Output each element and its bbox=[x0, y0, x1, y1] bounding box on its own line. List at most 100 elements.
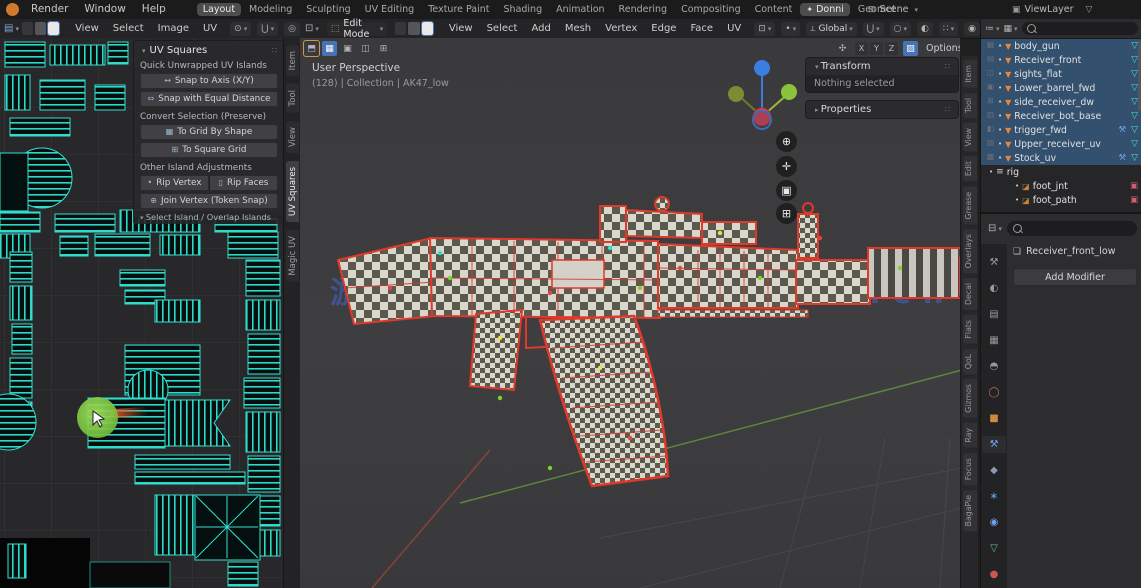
topbar-menu-render[interactable]: Render bbox=[23, 0, 76, 19]
rifle-model[interactable] bbox=[300, 38, 960, 588]
properties-tab-object-data[interactable]: ▽ bbox=[983, 540, 1005, 557]
uv-select-vertex-button[interactable] bbox=[22, 22, 33, 35]
panel-header[interactable]: ▾ UV Squares ∷ bbox=[140, 45, 278, 56]
workspace-tab-uv-editing[interactable]: UV Editing bbox=[359, 3, 421, 16]
shading-sphere-icon[interactable]: ◐ bbox=[917, 22, 933, 36]
viewport-sidebar-tab-ray[interactable]: Ray bbox=[963, 423, 977, 448]
properties-subpanel[interactable]: ▸ Properties ∷ bbox=[805, 100, 959, 119]
snap-to-axis-button[interactable]: ↔Snap to Axis (X/Y) bbox=[140, 73, 278, 89]
transform-orientation-dropdown[interactable]: ⟂ Global ▾ bbox=[806, 22, 857, 36]
uv-menu-select[interactable]: Select bbox=[106, 23, 151, 34]
uv-sidebar-tab-tool[interactable]: Tool bbox=[286, 84, 299, 113]
expand-dot-icon[interactable]: • bbox=[998, 98, 1002, 106]
collapsed-subpanel[interactable]: ▾ Select Island / Overlap Islands bbox=[133, 211, 305, 224]
editmode-mesh-data-icon[interactable]: ▽ bbox=[1131, 83, 1138, 93]
rip-vertex-toggle[interactable]: •Rip Vertex bbox=[140, 175, 209, 191]
uv-menu-image[interactable]: Image bbox=[151, 23, 196, 34]
workspace-tab-animation[interactable]: Animation bbox=[550, 3, 610, 16]
to-grid-by-shape-button[interactable]: ▦To Grid By Shape bbox=[140, 124, 278, 140]
viewport-sidebar-tab-view[interactable]: View bbox=[963, 123, 977, 152]
uv-menu-view[interactable]: View bbox=[68, 23, 106, 34]
join-vertex-button[interactable]: ⊕Join Vertex (Token Snap) bbox=[140, 193, 278, 209]
uv-sidebar-tab-magic-uv[interactable]: Magic UV bbox=[286, 230, 299, 282]
topbar-menu-help[interactable]: Help bbox=[134, 0, 174, 19]
face-select-button[interactable] bbox=[422, 22, 433, 35]
edge-select-button[interactable] bbox=[408, 22, 419, 35]
uv-select-edge-button[interactable] bbox=[35, 22, 46, 35]
outliner-row[interactable]: •▼Upper_receiver_uv▽ bbox=[981, 137, 1141, 151]
expand-dot-icon[interactable]: • bbox=[998, 154, 1002, 162]
outliner-search-input[interactable] bbox=[1022, 22, 1138, 35]
workspace-tab-texture-paint[interactable]: Texture Paint bbox=[422, 3, 495, 16]
rip-faces-toggle[interactable]: ▯Rip Faces bbox=[209, 175, 278, 191]
outliner-row[interactable]: •▼trigger_fwd⚒▽ bbox=[981, 123, 1141, 137]
outliner-child-row[interactable]: • ◪ foot_jnt ▣ bbox=[981, 179, 1141, 193]
pan-hand-button[interactable]: ✛ bbox=[776, 156, 797, 177]
viewport-sidebar-tab-focus[interactable]: Focus bbox=[963, 453, 977, 485]
properties-search-input[interactable] bbox=[1007, 221, 1137, 236]
editmode-mesh-data-icon[interactable]: ▽ bbox=[1131, 125, 1138, 135]
vertex-select-button[interactable] bbox=[395, 22, 406, 35]
viewport-canvas[interactable]: ⬒ ▦ ▣ ◫ ⊞ ✣ X Y Z ▨ Options▾ User Perspe… bbox=[300, 38, 960, 588]
camera-view-button[interactable]: ▣ bbox=[776, 180, 797, 201]
editmode-mesh-data-icon[interactable]: ▽ bbox=[1131, 97, 1138, 107]
uv-menu-uv[interactable]: UV bbox=[196, 23, 224, 34]
viewport-sidebar-tab-overlays[interactable]: Overlays bbox=[963, 229, 977, 273]
mode-dropdown[interactable]: ⬚ Edit Mode ▾ bbox=[327, 22, 387, 36]
uv-blend-icon[interactable]: ◎ bbox=[284, 22, 300, 36]
uv-pivot-dropdown[interactable]: ⊙▾ bbox=[230, 22, 251, 36]
transform-panel-header[interactable]: ▾ Transform ∷ bbox=[806, 58, 958, 75]
viewport-menu-select[interactable]: Select bbox=[480, 23, 525, 34]
viewport-sidebar-tab-gizmos[interactable]: Gizmos bbox=[963, 379, 977, 418]
outliner-row[interactable]: •▼Receiver_front▽ bbox=[981, 53, 1141, 67]
expand-dot-icon[interactable]: • bbox=[998, 140, 1002, 148]
outliner-child-row[interactable]: • ◪ foot_path ▣ bbox=[981, 193, 1141, 207]
workspace-tab-modeling[interactable]: Modeling bbox=[243, 3, 298, 16]
uv-snap-dropdown[interactable]: ⋃▾ bbox=[257, 22, 278, 36]
snap-equal-distance-button[interactable]: ⇔Snap with Equal Distance bbox=[140, 91, 278, 107]
properties-tab-scene[interactable]: ◓ bbox=[983, 358, 1005, 375]
snap-magnet-toggle[interactable]: ⋃▾ bbox=[863, 22, 884, 36]
viewport-menu-edge[interactable]: Edge bbox=[644, 23, 683, 34]
viewport-sidebar-tab-qol[interactable]: QoL bbox=[963, 349, 977, 374]
editmode-mesh-data-icon[interactable]: ▽ bbox=[1131, 55, 1138, 65]
curve-data-icon[interactable]: ▣ bbox=[1130, 181, 1138, 191]
viewport-menu-face[interactable]: Face bbox=[683, 23, 720, 34]
viewport-sidebar-tab-bagapie[interactable]: BagaPie bbox=[963, 490, 977, 531]
viewport-sidebar-tab-flats[interactable]: Flats bbox=[963, 315, 977, 344]
editmode-mesh-data-icon[interactable]: ▽ bbox=[1131, 69, 1138, 79]
workspace-tab-layout[interactable]: Layout bbox=[197, 3, 241, 16]
uv-select-face-button[interactable] bbox=[48, 22, 59, 35]
editmode-mesh-data-icon[interactable]: ▽ bbox=[1131, 153, 1138, 163]
viewport-sidebar-tab-grease[interactable]: Grease bbox=[963, 187, 977, 225]
blender-logo-icon[interactable] bbox=[6, 3, 19, 16]
outliner-row[interactable]: •▼body_gun▽ bbox=[981, 39, 1141, 53]
xray-toggle[interactable]: ◉ bbox=[964, 22, 980, 36]
viewport-menu-uv[interactable]: UV bbox=[720, 23, 748, 34]
workspace-tab-rendering[interactable]: Rendering bbox=[613, 3, 674, 16]
properties-tab-world[interactable]: ◯ bbox=[983, 384, 1005, 401]
expand-dot-icon[interactable]: • bbox=[989, 168, 993, 176]
overlays-toggle[interactable]: ∷▾ bbox=[939, 22, 958, 36]
expand-dot-icon[interactable]: • bbox=[998, 126, 1002, 134]
expand-dot-icon[interactable]: • bbox=[998, 112, 1002, 120]
outliner-display-mode-icon[interactable]: ▦▾ bbox=[1004, 24, 1018, 34]
properties-tab-render[interactable]: ◐ bbox=[983, 280, 1005, 297]
add-modifier-button[interactable]: Add Modifier bbox=[1013, 268, 1137, 286]
outliner-row[interactable]: •▼Lower_barrel_fwd▽ bbox=[981, 81, 1141, 95]
viewport-menu-vertex[interactable]: Vertex bbox=[598, 23, 644, 34]
pivot-point-dropdown[interactable]: ⊡▾ bbox=[754, 22, 775, 36]
outliner-row[interactable]: •▼sights_flat▽ bbox=[981, 67, 1141, 81]
axis-negative-z-ball[interactable] bbox=[752, 110, 772, 130]
workspace-tab-content[interactable]: Content bbox=[749, 3, 799, 16]
outliner-filter-icon[interactable]: ≔▾ bbox=[985, 24, 1000, 34]
expand-dot-icon[interactable]: • bbox=[998, 42, 1002, 50]
viewport-sidebar-tab-decal[interactable]: Decal bbox=[963, 278, 977, 310]
snap-target-dropdown[interactable]: •▾ bbox=[781, 22, 800, 36]
outliner-collection-row[interactable]: • ≡ rig bbox=[981, 165, 1141, 179]
viewlayer-selector[interactable]: ▣ ViewLayer ▽ bbox=[1012, 0, 1092, 19]
scene-selector[interactable]: ⊞ Scene ▾ bbox=[868, 0, 918, 19]
panel-drag-handle-icon[interactable]: ∷ bbox=[272, 46, 278, 55]
to-square-grid-button[interactable]: ⊞To Square Grid bbox=[140, 142, 278, 158]
expand-dot-icon[interactable]: • bbox=[998, 70, 1002, 78]
